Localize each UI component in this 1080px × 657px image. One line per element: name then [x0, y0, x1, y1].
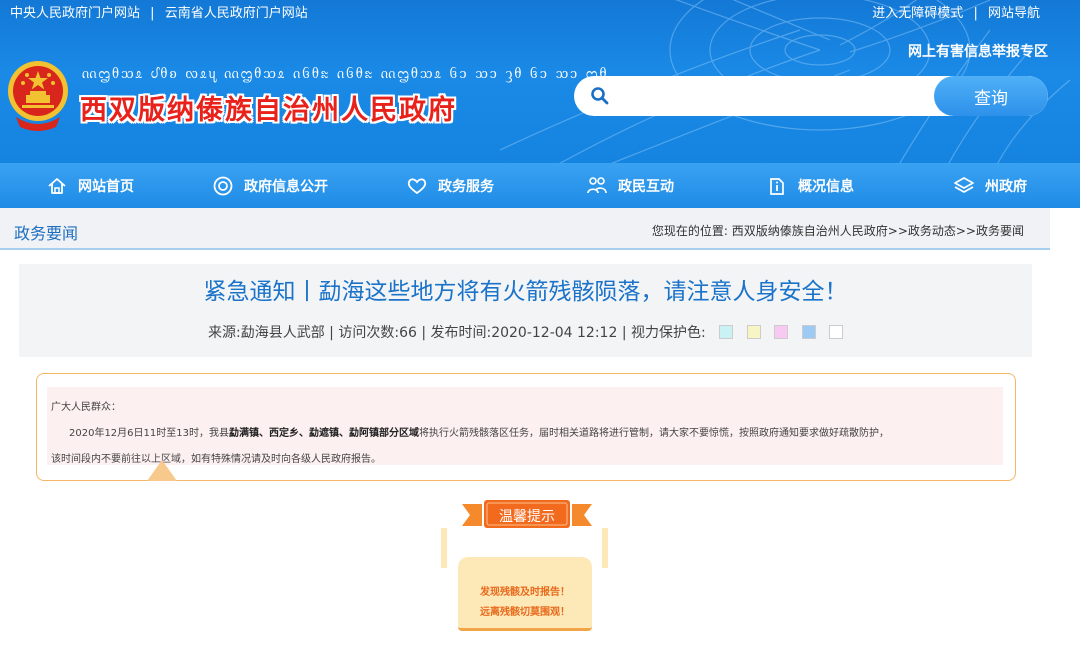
- separator: |: [973, 6, 978, 21]
- people-icon: [587, 176, 607, 193]
- nav-label: 概况信息: [798, 178, 854, 195]
- tip-report: 发现残骸及时报告！: [480, 587, 570, 598]
- section-title: 政务要闻: [14, 224, 79, 243]
- section-header: 政务要闻 您现在的位置: 西双版纳傣族自治州人民政府>>政务动态>>政务要闻: [0, 208, 1050, 250]
- search-input[interactable]: [620, 80, 920, 112]
- link-yunnan-government[interactable]: 云南省人民政府门户网站: [165, 6, 308, 21]
- notice-highlight: 勐满镇、西定乡、勐遮镇、勐阿镇部分区域: [229, 428, 419, 439]
- tips-pillar-left: [441, 528, 447, 568]
- site-title: 西双版纳傣族自治州人民政府: [80, 95, 457, 126]
- eye-care-color-white[interactable]: [828, 325, 843, 339]
- site-header: 中央人民政府门户网站 | 云南省人民政府门户网站 进入无障碍模式 | 网站导航 …: [0, 0, 1080, 163]
- notice-text: 2020年12月6日11时至13时，我县: [69, 428, 229, 439]
- search-button[interactable]: 查询: [934, 76, 1048, 116]
- tips-title: 温馨提示: [499, 509, 555, 525]
- nav-item-overview[interactable]: 概况信息: [720, 163, 900, 208]
- notice-content: 广大人民群众： 2020年12月6日11时至13时，我县勐满镇、西定乡、勐遮镇、…: [47, 387, 1003, 465]
- target-icon: [213, 176, 233, 195]
- tips-card: 发现残骸及时报告！ 远离残骸切莫围观！: [458, 557, 592, 631]
- link-accessible-mode[interactable]: 进入无障碍模式: [872, 6, 963, 21]
- notice-text: 将执行火箭残骸落区任务，届时相关道路将进行管制，请大家不要惊慌，按照政府通知要求…: [419, 428, 889, 439]
- nav-label: 政民互动: [618, 178, 674, 195]
- notice-paragraph-end: 该时间段内不要前往以上区域，如有特殊情况请及时向各级人民政府报告。: [51, 454, 381, 465]
- eye-care-color-cyan[interactable]: [719, 325, 734, 339]
- top-bar: 中央人民政府门户网站 | 云南省人民政府门户网站 进入无障碍模式 | 网站导航: [0, 0, 1080, 21]
- nav-item-home[interactable]: 网站首页: [0, 163, 180, 208]
- notice-greeting: 广大人民群众：: [51, 402, 121, 413]
- link-harmful-info-report[interactable]: 网上有害信息举报专区: [908, 41, 1048, 61]
- tip-keep-away: 远离残骸切莫围观！: [480, 607, 570, 618]
- article-meta: 来源:勐海县人武部 | 访问次数:66 | 发布时间:2020-12-04 12…: [19, 322, 1032, 342]
- separator: |: [150, 6, 155, 21]
- article-header: 紧急通知丨勐海这些地方将有火箭残骸陨落，请注意人身安全！ 来源:勐海县人武部 |…: [19, 264, 1032, 357]
- main-nav: 网站首页 政府信息公开 政务服务 政民互动 概况信息 州政府: [0, 163, 1080, 208]
- notice-box: 广大人民群众： 2020年12月6日11时至13时，我县勐满镇、西定乡、勐遮镇、…: [36, 373, 1016, 481]
- notice-paragraph: 2020年12月6日11时至13时，我县勐满镇、西定乡、勐遮镇、勐阿镇部分区域将…: [51, 421, 999, 447]
- heart-icon: [407, 177, 427, 194]
- national-emblem-icon: [8, 61, 68, 131]
- nav-item-gov-info[interactable]: 政府信息公开: [180, 163, 360, 208]
- nav-item-prefecture-gov[interactable]: 州政府: [900, 163, 1080, 208]
- nav-label: 政府信息公开: [244, 178, 328, 195]
- search-box: 查询: [574, 76, 1048, 116]
- nav-label: 网站首页: [78, 178, 134, 195]
- dai-script-title: ᦶᦗᦲᦉᦸ ᦔᦲᦈ ᦟᦸᦴ ᦶᦗᦲᦉᦸ ᦵᦑᦲᦰ ᦵᦑᦲᦰ ᦶᦗᦲᦉᦸ ᦑᦱ ᦉ…: [82, 64, 609, 82]
- tips-pillar-right: [602, 528, 608, 568]
- search-icon: [591, 87, 609, 105]
- eye-care-color-pink[interactable]: [774, 325, 789, 339]
- eye-care-color-yellow[interactable]: [746, 325, 761, 339]
- info-icon: [770, 177, 784, 195]
- article-title: 紧急通知丨勐海这些地方将有火箭残骸陨落，请注意人身安全！: [203, 279, 848, 305]
- nav-label: 州政府: [985, 178, 1027, 195]
- notice-pointer: [147, 460, 177, 481]
- link-sitemap[interactable]: 网站导航: [988, 6, 1040, 21]
- nav-item-services[interactable]: 政务服务: [360, 163, 540, 208]
- nav-item-interaction[interactable]: 政民互动: [540, 163, 720, 208]
- article-meta-text: 来源:勐海县人武部 | 访问次数:66 | 发布时间:2020-12-04 12…: [208, 325, 706, 341]
- eye-care-color-blue[interactable]: [801, 325, 816, 339]
- home-icon: [48, 177, 66, 194]
- nav-label: 政务服务: [438, 178, 494, 195]
- link-central-government[interactable]: 中央人民政府门户网站: [10, 6, 140, 21]
- breadcrumb[interactable]: 您现在的位置: 西双版纳傣族自治州人民政府>>政务动态>>政务要闻: [652, 222, 1024, 239]
- layers-icon: [954, 176, 974, 193]
